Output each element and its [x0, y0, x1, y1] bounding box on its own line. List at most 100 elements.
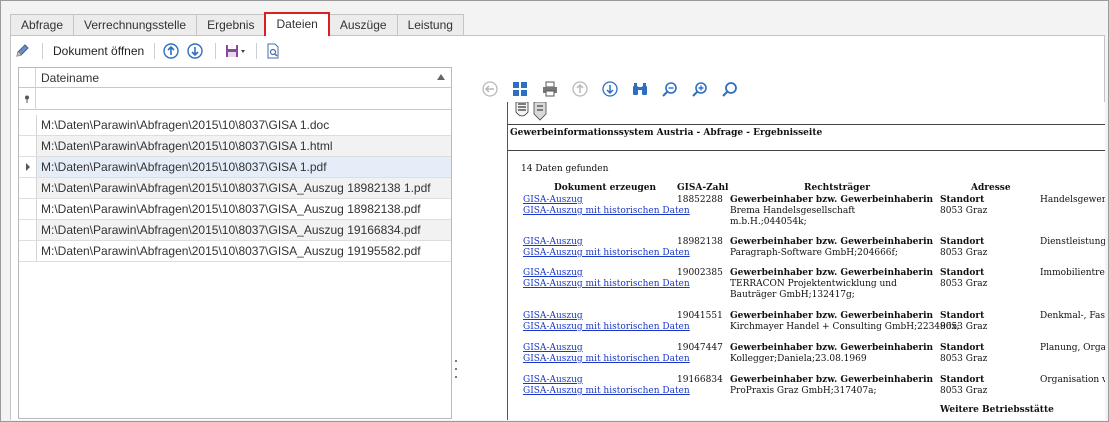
gisa-auszug-historic-link[interactable]: GISA-Auszug mit historischen Daten: [523, 206, 690, 216]
grid-header: Dateiname: [19, 68, 451, 88]
table-row[interactable]: M:\Daten\Parawin\Abfragen\2015\10\8037\G…: [19, 136, 451, 157]
panel-splitter-handle[interactable]: [454, 360, 458, 378]
file-rows: M:\Daten\Parawin\Abfragen\2015\10\8037\G…: [19, 115, 451, 262]
gisa-number: 18852288: [677, 195, 723, 205]
table-row[interactable]: M:\Daten\Parawin\Abfragen\2015\10\8037\G…: [19, 199, 451, 220]
toolbar-separator: [42, 43, 43, 59]
back-circle-icon[interactable]: [480, 79, 500, 99]
role-label: Gewerbeinhaber bzw. Gewerbeinhaberin: [730, 343, 934, 353]
coat-of-arms-logo: [512, 102, 552, 122]
gisa-number: 19041551: [677, 311, 723, 321]
file-path-cell[interactable]: M:\Daten\Parawin\Abfragen\2015\10\8037\G…: [36, 220, 451, 240]
address-type-label: Standort: [940, 237, 985, 247]
address-city: 8053 Graz: [940, 354, 988, 364]
zoom-out-icon[interactable]: [660, 79, 680, 99]
holder-name: m.b.H.;044054k;: [730, 217, 807, 227]
weitere-betriebsstaette-heading: Weitere Betriebsstätte: [940, 405, 1054, 415]
header-adresse: Adresse: [971, 183, 1011, 193]
gisa-number: 18982138: [677, 237, 723, 247]
tab-verrechnungsstelle[interactable]: Verrechnungsstelle: [73, 14, 198, 36]
table-row[interactable]: M:\Daten\Parawin\Abfragen\2015\10\8037\G…: [19, 241, 451, 262]
trade-description: Handelsgewerbe: [1040, 195, 1105, 205]
arrow-up-circle-icon[interactable]: [570, 79, 590, 99]
address-type-label: Standort: [940, 268, 985, 278]
table-row[interactable]: M:\Daten\Parawin\Abfragen\2015\10\8037\G…: [19, 178, 451, 199]
gisa-auszug-historic-link[interactable]: GISA-Auszug mit historischen Daten: [523, 279, 690, 289]
sort-ascending-icon[interactable]: [437, 74, 445, 80]
gisa-auszug-historic-link[interactable]: GISA-Auszug mit historischen Daten: [523, 354, 690, 364]
row-indicator: [19, 115, 36, 135]
row-indicator: [19, 199, 36, 219]
tab-dateien[interactable]: Dateien: [264, 12, 330, 36]
role-label: Gewerbeinhaber bzw. Gewerbeinhaberin: [730, 375, 934, 385]
arrow-down-circle-icon[interactable]: [185, 41, 205, 61]
role: Gewerbeinhaber bzw. Gewerbeinhaberin: [730, 195, 933, 205]
holder-name: ProPraxis Graz GmbH;317407a;: [730, 386, 877, 396]
search-icon[interactable]: [720, 79, 740, 99]
role: Gewerbeinhaber bzw. Gewerbeinhaberin: [730, 237, 933, 247]
file-path-cell[interactable]: M:\Daten\Parawin\Abfragen\2015\10\8037\G…: [36, 199, 451, 219]
trade-description: Planung, Organ: [1040, 343, 1105, 353]
file-path-cell[interactable]: M:\Daten\Parawin\Abfragen\2015\10\8037\G…: [36, 157, 451, 177]
column-header-dateiname[interactable]: Dateiname: [41, 71, 99, 85]
address-type: Standort: [940, 343, 984, 353]
zoom-in-icon[interactable]: [690, 79, 710, 99]
file-path-cell[interactable]: M:\Daten\Parawin\Abfragen\2015\10\8037\G…: [36, 241, 451, 261]
address-type: Standort: [940, 237, 984, 247]
table-row-selected[interactable]: M:\Daten\Parawin\Abfragen\2015\10\8037\G…: [19, 157, 451, 178]
role-label: Gewerbeinhaber bzw. Gewerbeinhaberin: [730, 268, 934, 278]
tab-auszuege[interactable]: Auszüge: [328, 14, 398, 36]
gisa-auszug-link[interactable]: GISA-Auszug: [523, 237, 583, 247]
row-indicator-header: [19, 68, 36, 88]
address-city: 8053 Graz: [940, 206, 988, 216]
role: Gewerbeinhaber bzw. Gewerbeinhaberin: [730, 343, 933, 353]
arrow-up-circle-icon[interactable]: [161, 41, 181, 61]
row-indicator: [19, 136, 36, 156]
role-label: Gewerbeinhaber bzw. Gewerbeinhaberin: [730, 311, 934, 321]
save-dropdown-icon[interactable]: [222, 41, 250, 61]
address-type-label: Standort: [940, 311, 985, 321]
gisa-auszug-historic-link[interactable]: GISA-Auszug mit historischen Daten: [523, 386, 690, 396]
tab-leistung[interactable]: Leistung: [396, 14, 464, 36]
pencil-icon[interactable]: [12, 41, 32, 61]
toolbar-separator: [154, 43, 156, 59]
printer-icon[interactable]: [540, 79, 560, 99]
file-path-cell[interactable]: M:\Daten\Parawin\Abfragen\2015\10\8037\G…: [36, 115, 451, 135]
gisa-auszug-link[interactable]: GISA-Auszug: [523, 343, 583, 353]
gisa-auszug-link[interactable]: GISA-Auszug: [523, 311, 583, 321]
tab-ergebnis[interactable]: Ergebnis: [196, 14, 266, 36]
document-title: Gewerbeinformationssystem Austria - Abfr…: [510, 128, 823, 138]
header-gisa-zahl: GISA-Zahl: [677, 183, 729, 193]
page-search-icon[interactable]: [263, 41, 283, 61]
row-indicator: [19, 241, 36, 261]
address-type-label: Standort: [940, 375, 985, 385]
gisa-auszug-historic-link[interactable]: GISA-Auszug mit historischen Daten: [523, 322, 690, 332]
tab-abfrage[interactable]: Abfrage: [10, 14, 75, 36]
gisa-number: 19166834: [677, 375, 723, 385]
table-row[interactable]: M:\Daten\Parawin\Abfragen\2015\10\8037\G…: [19, 115, 451, 136]
trade-description: Organisation vo: [1040, 375, 1105, 385]
arrow-down-circle-icon[interactable]: [600, 79, 620, 99]
gisa-number: 19002385: [677, 268, 723, 278]
filter-row[interactable]: [19, 88, 451, 110]
trade-description: Dienstleistungen: [1040, 237, 1105, 247]
file-toolbar: Dokument öffnen: [12, 40, 287, 62]
toolbar-separator: [256, 43, 258, 59]
table-row[interactable]: M:\Daten\Parawin\Abfragen\2015\10\8037\G…: [19, 220, 451, 241]
open-document-button[interactable]: Dokument öffnen: [49, 44, 148, 58]
filter-pin-icon: [19, 88, 36, 110]
row-indicator: [19, 178, 36, 198]
file-path-cell[interactable]: M:\Daten\Parawin\Abfragen\2015\10\8037\G…: [36, 136, 451, 156]
row-indicator: [19, 220, 36, 240]
holder-name: Kirchmayer Handel + Consulting GmbH;2234…: [730, 322, 960, 332]
gisa-auszug-link[interactable]: GISA-Auszug: [523, 375, 583, 385]
binoculars-icon[interactable]: [630, 79, 650, 99]
windows-icon[interactable]: [510, 79, 530, 99]
results-count: 14 Daten gefunden: [521, 164, 609, 174]
file-path-cell[interactable]: M:\Daten\Parawin\Abfragen\2015\10\8037\G…: [36, 178, 451, 198]
gisa-auszug-link[interactable]: GISA-Auszug: [523, 195, 583, 205]
gisa-auszug-historic-link[interactable]: GISA-Auszug mit historischen Daten: [523, 248, 690, 258]
gisa-auszug-link[interactable]: GISA-Auszug: [523, 268, 583, 278]
role-label: Gewerbeinhaber bzw. Gewerbeinhaberin: [730, 195, 934, 205]
holder-name: TERRACON Projektentwicklung und: [730, 279, 897, 289]
